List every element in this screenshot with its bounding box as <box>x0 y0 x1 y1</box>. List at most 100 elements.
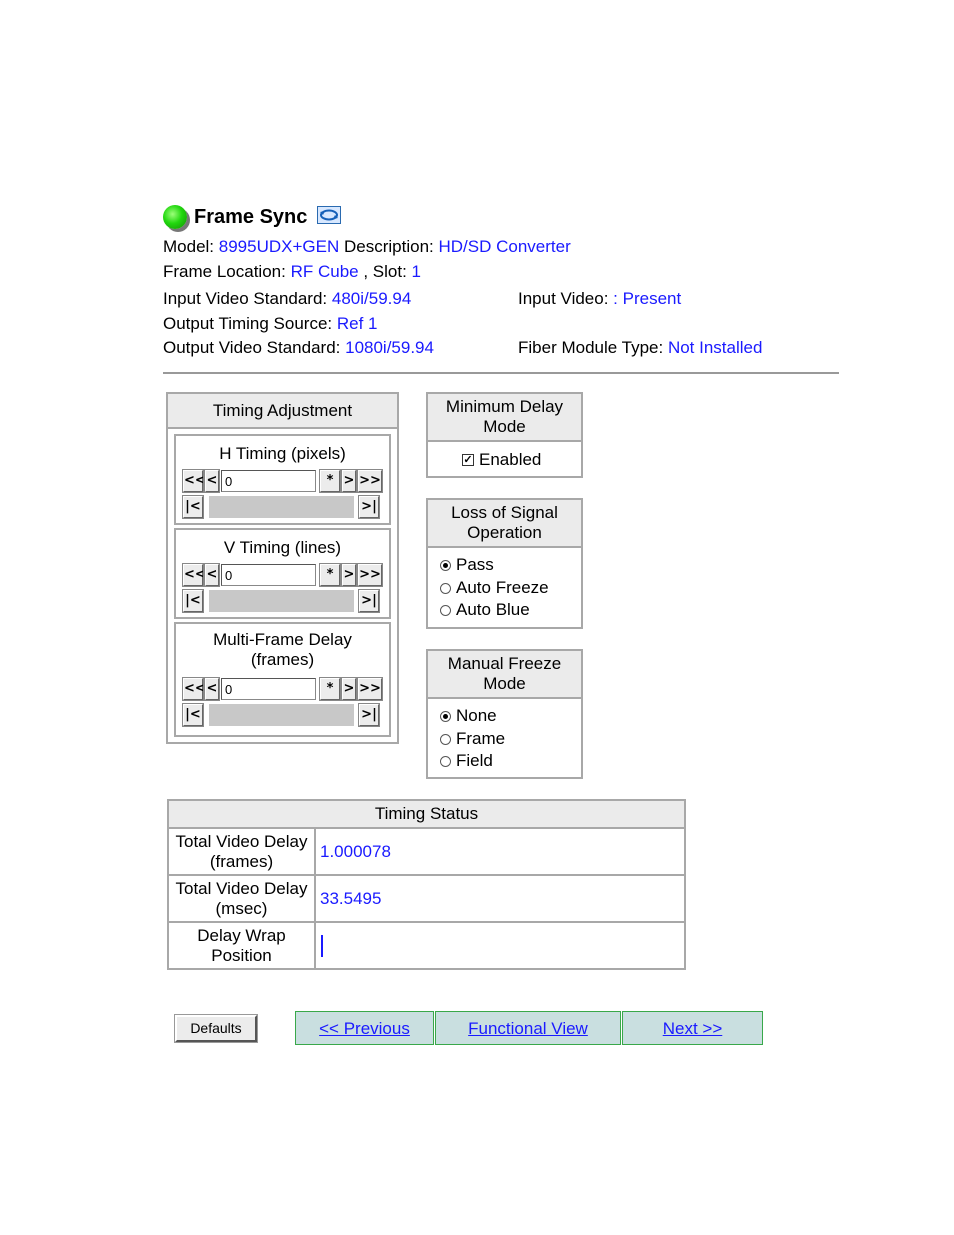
input-standard-value: 480i/59.94 <box>331 289 412 308</box>
los-option-pass[interactable]: Pass <box>440 555 494 575</box>
mf-fast-back-button[interactable]: << <box>182 677 206 701</box>
minimum-delay-checkbox[interactable]: ✓ <box>462 454 474 466</box>
manual-freeze-title-line1: Manual Freeze <box>447 654 562 673</box>
mf-min-button[interactable]: |< <box>182 703 204 727</box>
v-back-button[interactable]: < <box>204 563 220 587</box>
model-value: 8995UDX+GEN <box>218 237 340 256</box>
total-delay-msec-value: 33.5495 <box>314 874 686 923</box>
defaults-button[interactable]: Defaults <box>174 1014 258 1043</box>
frame-location-value: RF Cube <box>290 262 359 281</box>
ts-row2-label-line2: (msec) <box>215 898 268 918</box>
los-auto-freeze-radio[interactable] <box>440 582 451 594</box>
minimum-delay-title-line1: Minimum Delay <box>445 397 564 416</box>
timing-adjustment-title: Timing Adjustment <box>168 394 397 429</box>
h-fast-back-button[interactable]: << <box>182 469 206 493</box>
h-forward-button[interactable]: > <box>341 469 357 493</box>
next-button[interactable]: Next >> <box>622 1011 763 1045</box>
v-fast-forward-button[interactable]: >> <box>357 563 383 587</box>
mf-option-frame[interactable]: Frame <box>440 729 505 749</box>
v-timing-label: V Timing (lines) <box>223 538 342 557</box>
delay-wrap-position-value <box>314 921 686 970</box>
mf-frame-radio[interactable] <box>440 733 451 745</box>
divider <box>163 372 839 374</box>
v-max-button[interactable]: >| <box>358 589 380 613</box>
minimum-delay-title-line2: Mode <box>483 417 526 436</box>
output-standard-label: Output Video Standard: <box>163 338 341 357</box>
v-forward-button[interactable]: > <box>341 563 357 587</box>
output-timing-value: Ref 1 <box>336 314 378 333</box>
functional-view-button[interactable]: Functional View <box>435 1011 621 1045</box>
h-fast-forward-button[interactable]: >> <box>357 469 383 493</box>
los-pass-radio[interactable] <box>440 559 451 571</box>
mf-field-radio[interactable] <box>440 755 451 767</box>
v-timing-slider[interactable] <box>209 590 354 612</box>
manual-freeze-panel: Manual Freeze Mode None Frame Field <box>426 649 583 779</box>
ts-row2-label-line1: Total Video Delay <box>175 878 308 898</box>
h-timing-input[interactable] <box>221 470 316 492</box>
mf-fast-forward-button[interactable]: >> <box>357 677 383 701</box>
timing-status-title: Timing Status <box>167 799 686 829</box>
v-fast-back-button[interactable]: << <box>182 563 206 587</box>
previous-button[interactable]: << Previous <box>295 1011 434 1045</box>
slot-label: , Slot: <box>363 262 407 281</box>
manual-freeze-title-line2: Mode <box>483 674 526 693</box>
h-timing-slider[interactable] <box>209 496 354 518</box>
mf-none-radio[interactable] <box>440 710 451 722</box>
mf-field-label: Field <box>456 751 493 770</box>
los-auto-freeze-label: Auto Freeze <box>456 578 549 597</box>
multi-frame-label-line2: (frames) <box>250 650 315 669</box>
ts-row1-label-line2: (frames) <box>209 851 274 871</box>
v-timing-input[interactable] <box>221 564 316 586</box>
table-row: Total Video Delay (frames) 1.000078 <box>167 827 686 876</box>
fiber-module-value: Not Installed <box>667 338 763 357</box>
loss-of-signal-title-line2: Operation <box>467 523 542 542</box>
mf-max-button[interactable]: >| <box>358 703 380 727</box>
timing-status-table: Timing Status Total Video Delay (frames)… <box>167 799 686 970</box>
model-label: Model: <box>163 237 215 256</box>
timing-adjustment-panel: Timing Adjustment H Timing (pixels) << <… <box>166 392 399 744</box>
frame-location-label: Frame Location: <box>163 262 286 281</box>
output-standard-value: 1080i/59.94 <box>345 338 434 357</box>
mf-back-button[interactable]: < <box>204 677 220 701</box>
input-video-label: Input Video: <box>518 289 609 308</box>
description-value: HD/SD Converter <box>438 237 571 256</box>
description-label: Description: <box>343 237 434 256</box>
minimum-delay-panel: Minimum Delay Mode ✓ Enabled <box>426 392 583 478</box>
mf-forward-button[interactable]: > <box>341 677 357 701</box>
h-timing-label: H Timing (pixels) <box>219 444 346 463</box>
h-back-button[interactable]: < <box>204 469 220 493</box>
ts-row1-label-line1: Total Video Delay <box>175 831 308 851</box>
refresh-icon[interactable] <box>317 206 341 224</box>
delay-wrap-position-bar <box>321 934 323 957</box>
los-option-auto-freeze[interactable]: Auto Freeze <box>440 578 549 598</box>
multi-frame-slider[interactable] <box>209 704 354 726</box>
input-video-value: : Present <box>613 289 682 308</box>
h-max-button[interactable]: >| <box>358 495 380 519</box>
slot-value: 1 <box>411 262 422 281</box>
h-timing-group: H Timing (pixels) << < * > >> |< >| <box>174 434 391 525</box>
v-reset-button[interactable]: * <box>319 563 341 587</box>
table-row: Total Video Delay (msec) 33.5495 <box>167 874 686 923</box>
mf-option-none[interactable]: None <box>440 706 497 726</box>
los-option-auto-blue[interactable]: Auto Blue <box>440 600 530 620</box>
mf-option-field[interactable]: Field <box>440 751 493 771</box>
ts-row3-label-line1: Delay Wrap <box>197 925 286 945</box>
v-timing-group: V Timing (lines) << < * > >> |< >| <box>174 528 391 619</box>
multi-frame-input[interactable] <box>221 678 316 700</box>
total-delay-frames-value: 1.000078 <box>314 827 686 876</box>
page-title: Frame Sync <box>194 206 308 228</box>
los-pass-label: Pass <box>456 555 494 574</box>
minimum-delay-checkbox-row[interactable]: ✓ Enabled <box>462 450 541 470</box>
h-min-button[interactable]: |< <box>182 495 204 519</box>
h-reset-button[interactable]: * <box>319 469 341 493</box>
los-auto-blue-radio[interactable] <box>440 604 451 616</box>
input-standard-label: Input Video Standard: <box>163 289 328 308</box>
output-timing-label: Output Timing Source: <box>163 314 333 333</box>
loss-of-signal-title-line1: Loss of Signal <box>451 503 558 522</box>
mf-frame-label: Frame <box>456 729 506 748</box>
multi-frame-group: Multi-Frame Delay (frames) << < * > >> |… <box>174 622 391 737</box>
mf-reset-button[interactable]: * <box>319 677 341 701</box>
v-min-button[interactable]: |< <box>182 589 204 613</box>
table-row: Delay Wrap Position <box>167 921 686 970</box>
los-auto-blue-label: Auto Blue <box>456 600 530 619</box>
